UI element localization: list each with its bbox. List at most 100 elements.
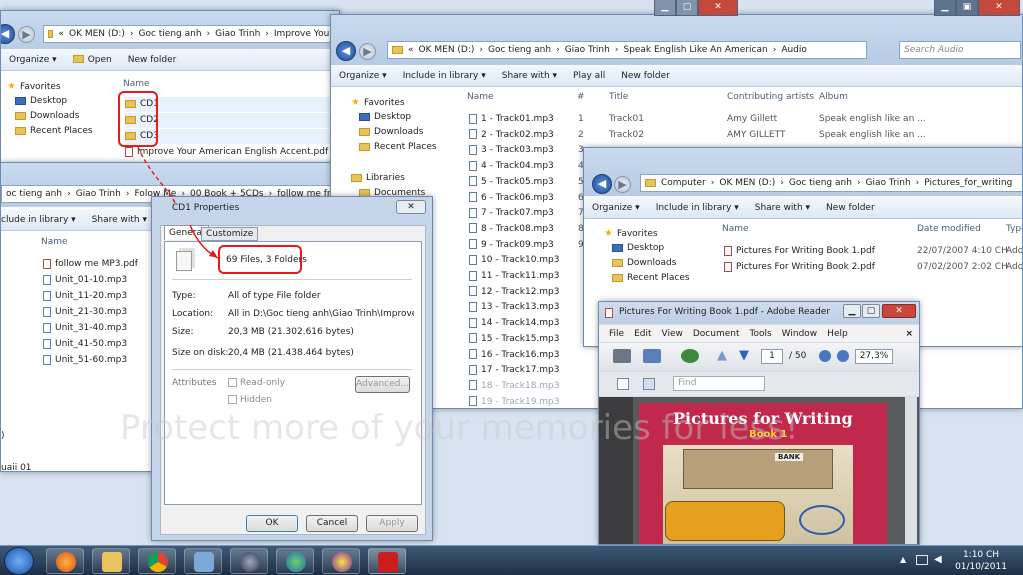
- new-folder-button[interactable]: New folder: [826, 203, 875, 213]
- network-tray-icon[interactable]: [916, 555, 928, 565]
- menu-edit[interactable]: Edit: [634, 329, 651, 339]
- track-row[interactable]: 11 - Track11.mp3: [469, 269, 560, 284]
- minimize-button[interactable]: ▁: [934, 0, 956, 16]
- column-title[interactable]: Title: [609, 92, 628, 102]
- forward-button[interactable]: ▶: [614, 176, 631, 193]
- nav-libraries[interactable]: Libraries: [345, 171, 455, 186]
- organize-menu[interactable]: Organize ▾: [339, 71, 387, 81]
- taskbar-adobe-reader[interactable]: [368, 548, 406, 574]
- nav-downloads[interactable]: Downloads: [345, 125, 455, 140]
- nav-desktop[interactable]: Desktop: [598, 241, 708, 256]
- address-bar[interactable]: «OK MEN (D:) › Goc tieng anh › Giao Trinh › Sp…: [387, 41, 867, 59]
- nav-recent[interactable]: Recent Places: [345, 140, 455, 155]
- track-row[interactable]: 17 - Track17.mp3: [469, 363, 560, 378]
- taskbar-firefox[interactable]: [46, 548, 84, 574]
- minimize-button[interactable]: ▁: [843, 304, 861, 318]
- share-with-menu[interactable]: Share with ▾: [755, 203, 810, 213]
- taskbar-app-cube[interactable]: [184, 548, 222, 574]
- nav-favorites[interactable]: ★ Favorites: [598, 226, 708, 241]
- column-name[interactable]: Name: [123, 79, 150, 89]
- track-row[interactable]: 5 - Track05.mp3: [469, 175, 554, 190]
- column-artists[interactable]: Contributing artists: [727, 92, 814, 102]
- menu-file[interactable]: File: [609, 329, 624, 339]
- ok-button[interactable]: OK: [246, 515, 298, 532]
- print-icon[interactable]: [613, 349, 631, 363]
- back-button[interactable]: ◀: [336, 41, 356, 61]
- file-item-pdf[interactable]: Improve Your American English Accent.pdf: [125, 145, 328, 160]
- track-row[interactable]: 4 - Track04.mp3: [469, 159, 554, 174]
- nav-recent[interactable]: Recent Places: [1, 124, 111, 139]
- advanced-button[interactable]: Advanced...: [355, 376, 410, 393]
- minimize-button[interactable]: ▁: [654, 0, 676, 16]
- nav-downloads[interactable]: Downloads: [598, 256, 708, 271]
- track-row[interactable]: 7 - Track07.mp3: [469, 206, 554, 221]
- address-bar[interactable]: «OK MEN (D:) › Goc tieng anh › Giao Trinh › Im…: [43, 25, 339, 43]
- zoom-out-icon[interactable]: [819, 350, 831, 362]
- forward-button[interactable]: ▶: [18, 26, 35, 43]
- share-with-menu[interactable]: Share with ▾: [92, 215, 147, 225]
- email-icon[interactable]: [643, 349, 661, 363]
- new-folder-button[interactable]: New folder: [128, 55, 177, 65]
- taskbar-app-globe[interactable]: [276, 548, 314, 574]
- nav-desktop[interactable]: Desktop: [345, 110, 455, 125]
- share-with-menu[interactable]: Share with ▾: [502, 71, 557, 81]
- column-name[interactable]: Name: [467, 92, 494, 102]
- close-button[interactable]: ✕: [882, 304, 916, 318]
- track-row[interactable]: 10 - Track10.mp3: [469, 253, 560, 268]
- track-row[interactable]: 18 - Track18.mp3: [469, 379, 560, 394]
- file-item[interactable]: Unit_41-50.mp3: [43, 337, 127, 352]
- include-library-menu[interactable]: clude in library ▾: [1, 215, 76, 225]
- track-row[interactable]: 16 - Track16.mp3: [469, 348, 560, 363]
- track-row[interactable]: 3 - Track03.mp3: [469, 143, 554, 158]
- prev-page-icon[interactable]: ▲: [717, 348, 727, 363]
- taskbar-chrome[interactable]: [138, 548, 176, 574]
- track-row[interactable]: 9 - Track09.mp3: [469, 238, 554, 253]
- taskbar-yahoo[interactable]: [322, 548, 360, 574]
- file-item[interactable]: Pictures For Writing Book 1.pdf: [724, 244, 875, 259]
- nav-downloads[interactable]: Downloads: [1, 109, 111, 124]
- taskbar-app-gear[interactable]: [230, 548, 268, 574]
- next-page-icon[interactable]: ▼: [739, 348, 749, 363]
- address-bar[interactable]: Computer › OK MEN (D:) › Goc tieng anh › Giao …: [640, 174, 1022, 192]
- menu-help[interactable]: Help: [827, 329, 848, 339]
- new-folder-button[interactable]: New folder: [621, 71, 670, 81]
- nav-favorites[interactable]: ★ Favorites: [1, 79, 111, 94]
- maximize-button[interactable]: ▢: [862, 304, 880, 318]
- start-button[interactable]: [4, 547, 34, 575]
- share-icon[interactable]: [681, 349, 699, 363]
- menu-close-icon[interactable]: ×: [905, 329, 913, 339]
- track-row[interactable]: 19 - Track19.mp3: [469, 395, 560, 408]
- nav-recent[interactable]: Recent Places: [598, 271, 708, 286]
- organize-menu[interactable]: Organize ▾: [9, 55, 57, 65]
- maximize-button[interactable]: ▣: [956, 0, 978, 16]
- nav-desktop[interactable]: Desktop: [1, 94, 111, 109]
- readonly-checkbox[interactable]: Read-only: [228, 378, 285, 388]
- file-item[interactable]: Unit_21-30.mp3: [43, 305, 127, 320]
- play-all-button[interactable]: Play all: [573, 71, 605, 81]
- menu-tools[interactable]: Tools: [750, 329, 772, 339]
- hidden-checkbox[interactable]: Hidden: [228, 395, 272, 405]
- column-album[interactable]: Album: [819, 92, 848, 102]
- column-number[interactable]: #: [577, 92, 585, 102]
- track-row[interactable]: 13 - Track13.mp3: [469, 300, 560, 315]
- column-type[interactable]: Type: [1006, 224, 1022, 234]
- cancel-button[interactable]: Cancel: [306, 515, 358, 532]
- file-item[interactable]: Unit_11-20.mp3: [43, 289, 127, 304]
- track-row[interactable]: 14 - Track14.mp3: [469, 316, 560, 331]
- fit-page-icon[interactable]: [643, 378, 655, 390]
- column-date[interactable]: Date modified: [917, 224, 981, 234]
- volume-tray-icon[interactable]: ◀: [934, 554, 942, 565]
- include-library-menu[interactable]: Include in library ▾: [656, 203, 739, 213]
- vertical-scrollbar[interactable]: [905, 397, 917, 544]
- zoom-in-icon[interactable]: [837, 350, 849, 362]
- close-button[interactable]: ✕: [978, 0, 1020, 16]
- track-row[interactable]: 8 - Track08.mp3: [469, 222, 554, 237]
- file-item[interactable]: Unit_31-40.mp3: [43, 321, 127, 336]
- forward-button[interactable]: ▶: [359, 43, 376, 60]
- track-row[interactable]: 2 - Track02.mp3: [469, 128, 554, 143]
- include-library-menu[interactable]: Include in library ▾: [403, 71, 486, 81]
- track-row[interactable]: 12 - Track12.mp3: [469, 285, 560, 300]
- back-button[interactable]: ◀: [592, 174, 612, 194]
- tab-customize[interactable]: Customize: [201, 227, 259, 241]
- apply-button[interactable]: Apply: [366, 515, 418, 532]
